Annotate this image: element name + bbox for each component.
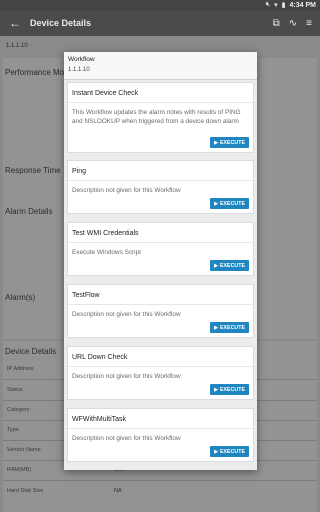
execute-button[interactable]: ▶ EXECUTE bbox=[210, 260, 249, 271]
workflow-card: WFWithMultiTask Description not given fo… bbox=[67, 408, 254, 462]
workflow-dialog: Workflow 1.1.1.10 Instant Device Check T… bbox=[64, 52, 257, 470]
status-time: 4:34 PM bbox=[289, 1, 316, 9]
execute-button[interactable]: ▶ EXECUTE bbox=[210, 137, 249, 148]
execute-label: EXECUTE bbox=[219, 324, 245, 331]
workflow-description: This Workflow updates the alarm notes wi… bbox=[72, 109, 241, 125]
divider bbox=[68, 428, 253, 429]
row-label: Type bbox=[7, 427, 19, 433]
page-title: Device Details bbox=[30, 18, 92, 28]
execute-button[interactable]: ▶ EXECUTE bbox=[210, 446, 249, 457]
execute-button[interactable]: ▶ EXECUTE bbox=[210, 384, 249, 395]
workflow-description: Execute Windows Script bbox=[72, 249, 141, 256]
play-icon: ▶ bbox=[214, 262, 218, 269]
play-icon: ▶ bbox=[214, 200, 218, 207]
status-bar: 🔇︎ ▾ ▮ 4:34 PM bbox=[0, 0, 320, 10]
execute-button[interactable]: ▶ EXECUTE bbox=[210, 322, 249, 333]
workflow-card: Instant Device Check This Workflow updat… bbox=[67, 82, 254, 153]
mute-icon: 🔇︎ bbox=[265, 1, 271, 8]
row-value: NA bbox=[114, 488, 122, 494]
execute-label: EXECUTE bbox=[219, 262, 245, 269]
row-label: Hard Disk Size bbox=[7, 488, 44, 494]
divider bbox=[68, 102, 253, 103]
play-icon: ▶ bbox=[214, 386, 218, 393]
workflow-icon[interactable]: ∿ bbox=[289, 18, 297, 29]
row-label: RAM(MB) bbox=[7, 467, 32, 473]
row-label: IP Address bbox=[7, 366, 34, 372]
workflow-card: Ping Description not given for this Work… bbox=[67, 160, 254, 214]
link-icon[interactable]: ⧉ bbox=[273, 18, 280, 29]
app-bar: ← Device Details ⧉ ∿ ≡ bbox=[0, 10, 320, 36]
execute-label: EXECUTE bbox=[219, 448, 245, 455]
section-response-time: Response Time bbox=[5, 166, 61, 175]
section-alarms: Alarm(s) bbox=[5, 293, 36, 302]
execute-label: EXECUTE bbox=[219, 139, 245, 146]
battery-icon: ▮ bbox=[281, 2, 286, 9]
section-device-details: Device Details bbox=[5, 347, 57, 356]
divider bbox=[68, 242, 253, 243]
workflow-name: URL Down Check bbox=[72, 354, 128, 361]
device-ip: 1.1.1.10 bbox=[6, 43, 28, 49]
workflow-description: Description not given for this Workflow bbox=[72, 373, 181, 380]
workflow-name: Instant Device Check bbox=[72, 90, 139, 97]
row-label: Category bbox=[7, 407, 30, 413]
execute-label: EXECUTE bbox=[219, 200, 245, 207]
dialog-title: Workflow bbox=[68, 56, 95, 63]
row-label: Vendor Name bbox=[7, 447, 41, 453]
section-performance: Performance Mo bbox=[5, 68, 65, 77]
workflow-description: Description not given for this Workflow bbox=[72, 435, 181, 442]
divider bbox=[68, 366, 253, 367]
workflow-name: TestFlow bbox=[72, 292, 100, 299]
arrow-back-icon[interactable]: ← bbox=[0, 16, 30, 30]
divider bbox=[3, 480, 317, 481]
workflow-card: URL Down Check Description not given for… bbox=[67, 346, 254, 400]
dialog-header: Workflow 1.1.1.10 bbox=[64, 52, 257, 80]
sliders-icon[interactable]: ≡ bbox=[306, 18, 312, 29]
dialog-subtitle: 1.1.1.10 bbox=[68, 67, 90, 73]
app-bar-actions: ⧉ ∿ ≡ bbox=[273, 18, 320, 29]
workflow-list[interactable]: Instant Device Check This Workflow updat… bbox=[64, 80, 257, 470]
divider bbox=[68, 180, 253, 181]
wifi-icon: ▾ bbox=[274, 2, 278, 9]
workflow-description: Description not given for this Workflow bbox=[72, 311, 181, 318]
workflow-name: Test WMI Credentials bbox=[72, 230, 139, 237]
workflow-card: TestFlow Description not given for this … bbox=[67, 284, 254, 338]
workflow-card: Test WMI Credentials Execute Windows Scr… bbox=[67, 222, 254, 276]
play-icon: ▶ bbox=[214, 139, 218, 146]
section-alarm-details: Alarm Details bbox=[5, 207, 53, 216]
play-icon: ▶ bbox=[214, 324, 218, 331]
workflow-name: Ping bbox=[72, 168, 87, 175]
execute-label: EXECUTE bbox=[219, 386, 245, 393]
row-label: Status bbox=[7, 387, 23, 393]
workflow-name: WFWithMultiTask bbox=[72, 416, 127, 423]
workflow-description: Description not given for this Workflow bbox=[72, 187, 181, 194]
divider bbox=[68, 304, 253, 305]
execute-button[interactable]: ▶ EXECUTE bbox=[210, 198, 249, 209]
play-icon: ▶ bbox=[214, 448, 218, 455]
